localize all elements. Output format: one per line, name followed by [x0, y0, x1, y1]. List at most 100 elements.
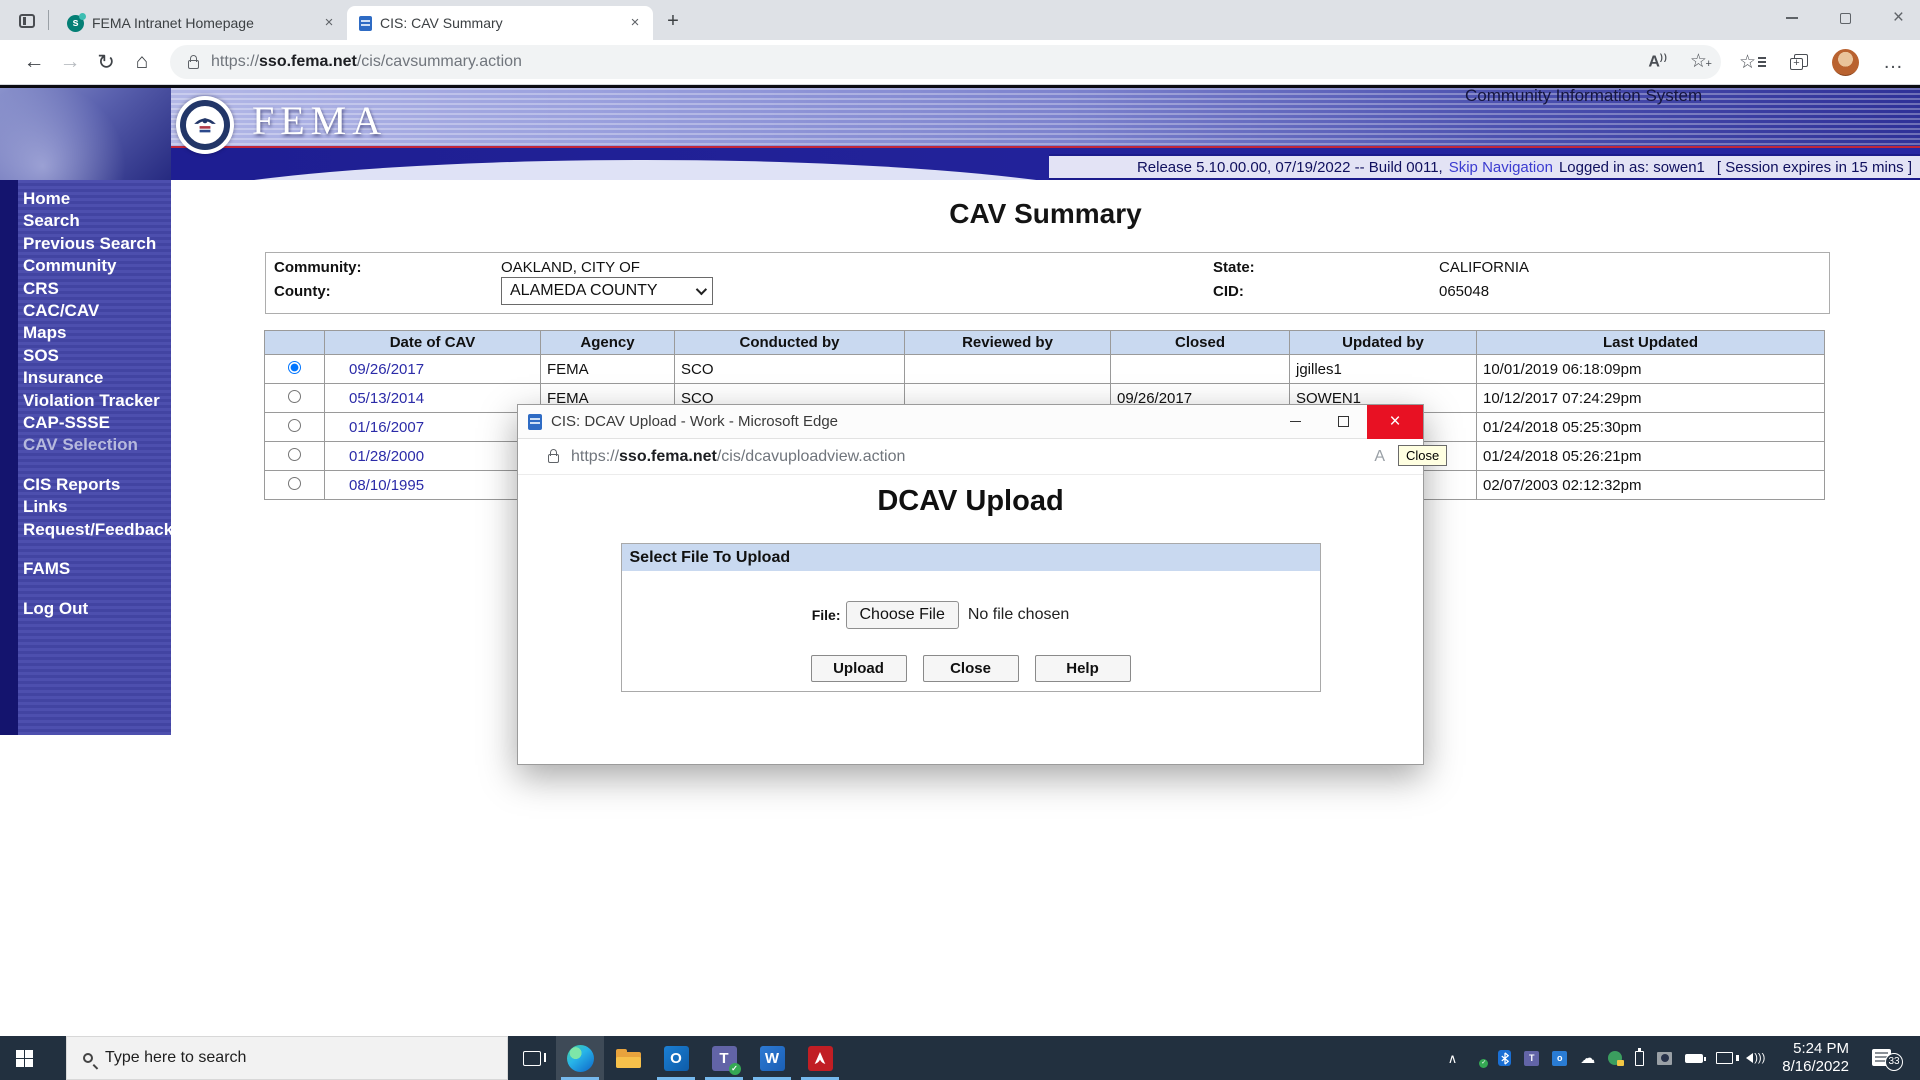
- taskbar-outlook-button[interactable]: O: [652, 1036, 700, 1080]
- sidebar-item-insurance[interactable]: Insurance: [23, 367, 171, 389]
- window-close-icon[interactable]: ×: [1893, 12, 1904, 24]
- column-header: Conducted by: [675, 331, 905, 355]
- tray-expand-icon[interactable]: ∧: [1448, 1052, 1458, 1065]
- popup-maximize-icon[interactable]: [1319, 405, 1367, 439]
- security-shield-icon[interactable]: ✓: [1470, 1051, 1485, 1066]
- notification-center-button[interactable]: 33: [1872, 1049, 1894, 1068]
- clock-date: 8/16/2022: [1782, 1058, 1849, 1076]
- sidebar-item-maps[interactable]: Maps: [23, 322, 171, 344]
- task-view-button[interactable]: [508, 1036, 556, 1080]
- onedrive-icon[interactable]: ☁: [1580, 1051, 1595, 1066]
- taskbar-clock[interactable]: 5:24 PM 8/16/2022: [1782, 1040, 1849, 1076]
- page-title: CAV Summary: [171, 198, 1920, 230]
- new-tab-button[interactable]: +: [659, 8, 687, 36]
- read-aloud-icon[interactable]: A)): [1648, 52, 1668, 71]
- tab-close-icon[interactable]: ×: [319, 13, 339, 33]
- taskbar-explorer-button[interactable]: [604, 1036, 652, 1080]
- teams-tray-icon[interactable]: T: [1524, 1051, 1539, 1066]
- sidebar-item-log-out[interactable]: Log Out: [23, 598, 171, 620]
- sidebar-item-home[interactable]: Home: [23, 188, 171, 210]
- cav-date-link[interactable]: 01/28/2000: [349, 448, 424, 465]
- cav-date-link[interactable]: 05/13/2014: [349, 390, 424, 407]
- sidebar-item-crs[interactable]: CRS: [23, 278, 171, 300]
- select-file-box: Select File To Upload File: Choose File …: [621, 543, 1321, 692]
- usb-device-icon[interactable]: [1635, 1051, 1644, 1066]
- sidebar-item-community[interactable]: Community: [23, 255, 171, 277]
- taskbar-word-button[interactable]: W: [748, 1036, 796, 1080]
- window-maximize-icon[interactable]: [1840, 13, 1851, 24]
- county-select[interactable]: ALAMEDA COUNTY: [501, 277, 713, 305]
- favorites-icon[interactable]: ☆: [1739, 51, 1766, 74]
- taskbar-edge-button[interactable]: [556, 1036, 604, 1080]
- settings-menu-icon[interactable]: …: [1883, 58, 1904, 66]
- tab-cis-cav-summary[interactable]: CIS: CAV Summary ×: [347, 6, 653, 40]
- collections-icon[interactable]: +: [1790, 54, 1808, 70]
- task-view-icon: [523, 1051, 541, 1066]
- cav-date-link[interactable]: 08/10/1995: [349, 477, 424, 494]
- state-value: CALIFORNIA: [1439, 259, 1529, 276]
- device-app-icon[interactable]: [1657, 1052, 1672, 1065]
- sidebar-item-previous-search[interactable]: Previous Search: [23, 233, 171, 255]
- acrobat-icon: [808, 1046, 833, 1071]
- refresh-icon[interactable]: ↻: [88, 50, 124, 75]
- row-radio[interactable]: [288, 419, 301, 432]
- sidebar-item-request-feedback[interactable]: Request/Feedback: [23, 519, 171, 541]
- cav-date-link[interactable]: 01/16/2007: [349, 419, 424, 436]
- logged-in-text: Logged in as: sowen1: [1559, 159, 1705, 176]
- network-display-icon[interactable]: [1716, 1052, 1733, 1064]
- popup-address-bar: https://sso.fema.net/cis/dcavuploadview.…: [518, 439, 1423, 475]
- popup-title-bar[interactable]: CIS: DCAV Upload - Work - Microsoft Edge…: [518, 405, 1423, 439]
- battery-icon[interactable]: [1685, 1054, 1703, 1063]
- address-bar[interactable]: https://sso.fema.net/cis/cavsummary.acti…: [170, 45, 1721, 79]
- forward-icon[interactable]: →: [52, 50, 88, 74]
- popup-minimize-icon[interactable]: [1271, 405, 1319, 439]
- cell-last_updated: 01/24/2018 05:25:30pm: [1477, 413, 1825, 442]
- vpn-globe-lock-icon[interactable]: [1608, 1051, 1622, 1065]
- volume-icon[interactable]: ))): [1746, 1053, 1765, 1063]
- back-icon[interactable]: ←: [16, 50, 52, 74]
- sidebar-item-sos[interactable]: SOS: [23, 345, 171, 367]
- popup-close-icon[interactable]: ×: [1367, 405, 1423, 439]
- upload-button[interactable]: Upload: [811, 655, 907, 682]
- taskbar-teams-button[interactable]: T✓: [700, 1036, 748, 1080]
- close-button[interactable]: Close: [923, 655, 1019, 682]
- row-radio[interactable]: [288, 477, 301, 490]
- bluetooth-icon[interactable]: [1498, 1050, 1511, 1066]
- cav-date-link[interactable]: 09/26/2017: [349, 361, 424, 378]
- clock-time: 5:24 PM: [1782, 1040, 1849, 1058]
- tab-close-icon[interactable]: ×: [625, 13, 645, 33]
- choose-file-button[interactable]: Choose File: [846, 601, 959, 629]
- tab-actions-button[interactable]: [10, 6, 44, 36]
- start-button[interactable]: [0, 1036, 48, 1080]
- row-radio[interactable]: [288, 361, 301, 374]
- row-radio[interactable]: [288, 448, 301, 461]
- county-selected-value: ALAMEDA COUNTY: [510, 282, 658, 300]
- release-bar: Release 5.10.00.00, 07/19/2022 -- Build …: [1049, 154, 1920, 180]
- edge-icon: [567, 1045, 594, 1072]
- home-icon[interactable]: ⌂: [124, 50, 160, 74]
- sidebar-item-cap-ssse[interactable]: CAP-SSSE: [23, 412, 171, 434]
- taskbar-search[interactable]: [66, 1036, 508, 1080]
- outlook-tray-icon[interactable]: o: [1552, 1051, 1567, 1066]
- sidebar-item-search[interactable]: Search: [23, 210, 171, 232]
- file-explorer-icon: [616, 1049, 641, 1068]
- column-header: Last Updated: [1477, 331, 1825, 355]
- sidebar-item-cis-reports[interactable]: CIS Reports: [23, 474, 171, 496]
- fema-logo-text: FEMA: [252, 97, 387, 144]
- sidebar-item-fams[interactable]: FAMS: [23, 558, 171, 580]
- window-minimize-icon[interactable]: [1786, 17, 1798, 19]
- search-input[interactable]: [105, 1049, 465, 1067]
- tab-fema-intranet[interactable]: s FEMA Intranet Homepage ×: [55, 6, 347, 40]
- add-favorite-icon[interactable]: ☆+: [1690, 53, 1707, 71]
- help-button[interactable]: Help: [1035, 655, 1131, 682]
- cell-reviewed: [905, 355, 1111, 384]
- sidebar-item-links[interactable]: Links: [23, 496, 171, 518]
- profile-avatar[interactable]: [1832, 49, 1859, 76]
- skip-navigation-link[interactable]: Skip Navigation: [1449, 159, 1553, 176]
- system-title: Community Information System: [1465, 86, 1702, 106]
- community-info-box: Community: OAKLAND, CITY OF County: ALAM…: [265, 252, 1830, 314]
- row-radio[interactable]: [288, 390, 301, 403]
- sidebar-item-cac-cav[interactable]: CAC/CAV: [23, 300, 171, 322]
- sidebar-item-violation-tracker[interactable]: Violation Tracker: [23, 390, 171, 412]
- taskbar-acrobat-button[interactable]: [796, 1036, 844, 1080]
